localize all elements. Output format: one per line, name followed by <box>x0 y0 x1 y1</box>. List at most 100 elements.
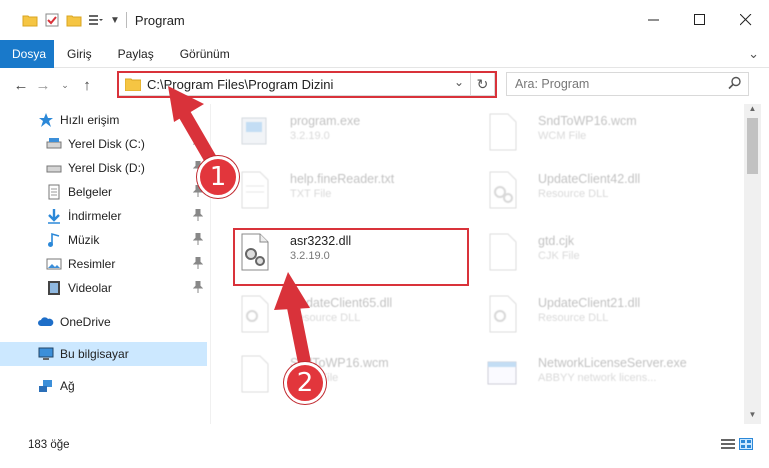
sidebar-item-label: Hızlı erişim <box>60 113 120 127</box>
file-item[interactable]: program.exe 3.2.19.0 <box>212 104 452 164</box>
tiles-view-icon[interactable] <box>739 438 753 450</box>
file-name: NetworkLicenseServer.exe <box>538 356 687 370</box>
sidebar-item-label: Bu bilgisayar <box>60 347 129 361</box>
pin-icon[interactable] <box>193 257 203 269</box>
sidebar-item-label: Müzik <box>68 233 100 247</box>
back-button[interactable]: ← <box>10 77 32 94</box>
sidebar-item-music[interactable]: Müzik <box>0 228 207 252</box>
star-icon <box>39 113 53 127</box>
sidebar-item-label: Videolar <box>68 281 112 295</box>
file-name: UpdateClient42.dll <box>538 172 641 186</box>
pin-icon[interactable] <box>193 209 203 221</box>
pin-icon[interactable] <box>193 233 203 245</box>
scroll-up-icon[interactable]: ▲ <box>744 104 761 118</box>
expand-ribbon-icon[interactable]: ⌄ <box>748 46 759 62</box>
tab-home[interactable]: Giriş <box>54 40 105 68</box>
document-file-icon <box>489 113 517 151</box>
up-button[interactable]: ↑ <box>76 77 98 94</box>
new-folder-icon[interactable] <box>66 12 82 28</box>
step-badge-2: 2 <box>284 362 326 404</box>
file-details: Resource DLL <box>538 312 609 324</box>
window-controls <box>631 0 769 40</box>
sidebar-item-label: Ağ <box>60 379 75 393</box>
document-file-icon <box>241 355 269 393</box>
properties-icon[interactable] <box>44 12 60 28</box>
dll-file-icon <box>489 171 517 209</box>
status-bar: 183 öğe <box>0 434 769 456</box>
title-bar: ▼ Program <box>0 0 769 40</box>
cloud-icon <box>38 317 54 326</box>
file-details: 3.2.19.0 <box>290 130 330 142</box>
pictures-icon <box>46 258 62 270</box>
documents-icon <box>48 184 60 200</box>
file-item[interactable]: SndToWP16.wcm WCM File <box>212 346 452 406</box>
video-icon <box>48 281 60 295</box>
file-name: gtd.cjk <box>538 234 575 248</box>
drive-icon <box>46 165 62 173</box>
exe-file-icon <box>487 361 517 385</box>
search-placeholder: Ara: Program <box>515 77 590 91</box>
sidebar-item-pictures[interactable]: Resimler <box>0 252 207 276</box>
maximize-button[interactable] <box>677 0 723 40</box>
file-name: UpdateClient21.dll <box>538 296 641 310</box>
network-icon <box>39 380 52 392</box>
file-details: ABBYY network licens... <box>538 372 657 384</box>
sidebar-item-label: Resimler <box>68 257 116 271</box>
scroll-down-icon[interactable]: ▼ <box>744 410 761 424</box>
file-item[interactable]: UpdateClient21.dll Resource DLL <box>460 286 700 346</box>
vertical-scrollbar[interactable]: ▲ ▼ <box>744 104 761 424</box>
details-view-icon[interactable] <box>721 438 735 450</box>
sidebar-item-onedrive[interactable]: OneDrive <box>0 310 207 334</box>
sidebar-item-label: Yerel Disk (D:) <box>68 161 145 175</box>
sidebar-item-network[interactable]: Ağ <box>0 374 207 398</box>
file-name: SndToWP16.wcm <box>538 114 637 128</box>
forward-button[interactable]: → <box>32 77 54 94</box>
scroll-thumb[interactable] <box>747 118 758 174</box>
item-count: 183 öğe <box>28 439 70 451</box>
tab-share[interactable]: Paylaş <box>105 40 167 68</box>
sidebar-item-label: OneDrive <box>60 315 111 329</box>
file-details: Resource DLL <box>538 188 609 200</box>
recent-locations-button[interactable]: ⌄ <box>54 80 76 91</box>
sidebar-item-label: Yerel Disk (C:) <box>68 137 145 151</box>
search-icon <box>728 76 741 90</box>
annotation-arrow-2 <box>274 272 311 367</box>
tab-view[interactable]: Görünüm <box>167 40 243 68</box>
sidebar-item-label: Belgeler <box>68 185 113 199</box>
sidebar-item-this-pc[interactable]: Bu bilgisayar <box>0 342 207 366</box>
minimize-button[interactable] <box>631 0 677 40</box>
file-name: help.fineReader.txt <box>290 172 395 186</box>
dll-file-icon <box>241 295 269 333</box>
text-file-icon <box>241 171 269 209</box>
pin-icon[interactable] <box>193 281 203 293</box>
music-icon <box>48 232 60 247</box>
maximize-icon <box>694 14 705 25</box>
exe-file-icon <box>241 117 267 145</box>
title-separator <box>125 12 127 28</box>
tab-file[interactable]: Dosya <box>0 39 54 68</box>
file-item[interactable]: UpdateClient42.dll Resource DLL <box>460 162 700 222</box>
sidebar-item-videos[interactable]: Videolar <box>0 276 207 300</box>
file-item[interactable]: gtd.cjk CJK File <box>460 224 700 284</box>
file-item[interactable]: NetworkLicenseServer.exe ABBYY network l… <box>460 346 700 406</box>
download-icon <box>48 209 60 224</box>
customize-icon[interactable] <box>88 12 104 28</box>
close-icon <box>740 14 752 26</box>
computer-icon <box>38 347 54 360</box>
file-details: WCM File <box>538 130 587 142</box>
quick-access-toolbar: ▼ <box>0 12 120 28</box>
navigation-bar: ← → ⌄ ↑ C:\Program Files\Program Dizini … <box>0 68 769 102</box>
folder-icon[interactable] <box>22 12 38 28</box>
file-item[interactable]: help.fineReader.txt TXT File <box>212 162 452 222</box>
minimize-icon <box>648 19 659 21</box>
view-switcher <box>721 438 753 450</box>
search-input[interactable]: Ara: Program <box>506 72 749 96</box>
file-item[interactable]: SndToWP16.wcm WCM File <box>460 104 700 164</box>
file-item[interactable]: UpdateClient65.dll Resource DLL <box>212 286 452 346</box>
close-button[interactable] <box>723 0 769 40</box>
window-title: Program <box>134 12 185 28</box>
sidebar-item-downloads[interactable]: İndirmeler <box>0 204 207 228</box>
file-details: TXT File <box>290 188 332 200</box>
chevron-down-icon[interactable]: ▼ <box>110 15 120 26</box>
file-details: CJK File <box>538 250 580 262</box>
